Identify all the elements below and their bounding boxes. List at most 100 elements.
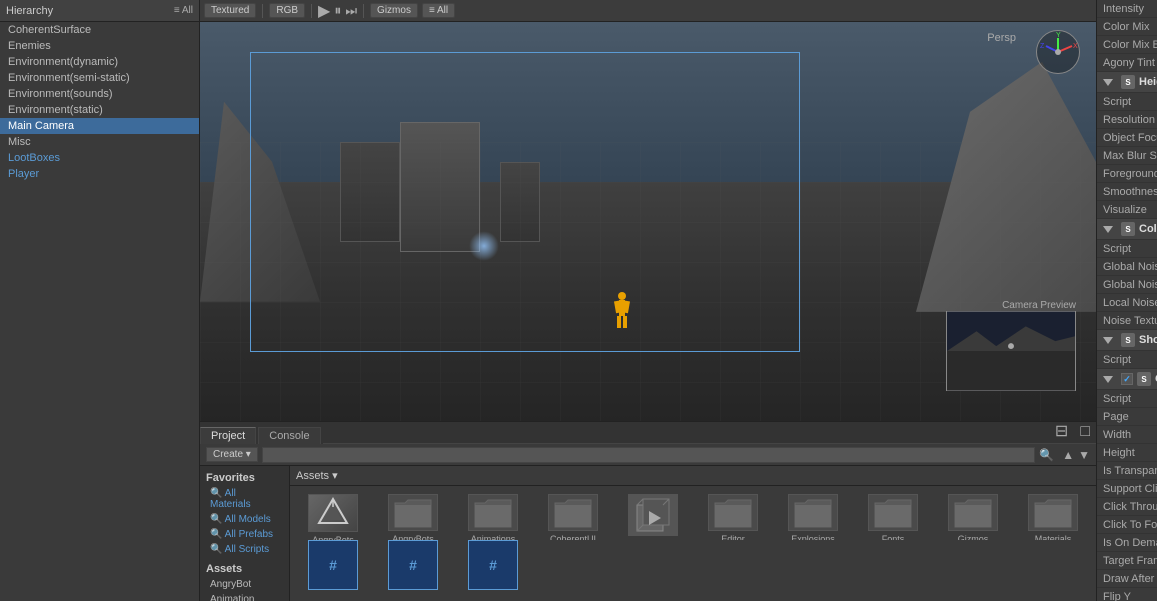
play-icon[interactable]: ▶ [318,1,330,21]
cn-localamt-row: Local Noise Amount 0.4939354 [1097,294,1157,312]
project-toolbar: Create ▾ 🔍 ▲ ▼ [200,444,1096,466]
search-icon[interactable]: 🔍 [1039,448,1054,462]
asset-explosions[interactable]: Explosions [778,494,848,532]
asset-cs-3[interactable]: # [458,540,528,593]
colormix-label: Color Mix [1103,21,1157,33]
cui-flipy-label: Flip Y [1103,591,1157,601]
coherent-fold-arrow [1103,376,1113,383]
textured-button[interactable]: Textured [204,3,256,18]
sidebar-angrybot[interactable]: AngryBot [200,577,289,592]
asset-gizmos[interactable]: Gizmos [938,494,1008,532]
showfps-title: Show Fps (Script) [1139,334,1157,346]
cn-globaldark-label: Global Noise Amount On Da [1103,279,1157,291]
hdof-objectfocus-row: Object Focus 🎯 Player (Transform) [1097,129,1157,147]
tab-console[interactable]: Console [258,427,320,444]
inspector-panel: Intensity 0.5 Color Mix Color Mix Blend … [1096,0,1157,601]
section-coherentuiview[interactable]: S Coherent UIView (Script) [1097,369,1157,390]
viewport-toolbar: Textured RGB ▶ ⏸ ⏭ Gizmos ≡ All [200,0,1096,22]
colorednoise-section-icon: S [1121,222,1135,236]
cn-localamt-label: Local Noise Amount [1103,297,1157,309]
hierarchy-list: CoherentSurface Enemies Environment(dyna… [0,22,199,182]
pause-icon[interactable]: ⏸ [334,2,341,19]
hierarchy-header: Hierarchy ≡ All [0,0,199,22]
asset-fonts[interactable]: Fonts [858,494,928,532]
hierarchy-item-misc[interactable]: Misc [0,134,199,150]
hdof-smoothness-label: Smoothness [1103,186,1157,198]
hierarchy-item-env-static[interactable]: Environment(static) [0,102,199,118]
assets-header: Assets ▾ [290,466,1096,486]
hdof-maxblur-label: Max Blur Spread [1103,150,1157,162]
cn-globaldark-row: Global Noise Amount On Da 0.01091343 [1097,276,1157,294]
hdof-fgblur-label: Foreground Blur Extrude [1103,168,1157,180]
sidebar-all-prefabs[interactable]: 🔍 All Prefabs [200,527,289,542]
favorites-header: Favorites [200,470,289,486]
inspector-row-colormix: Color Mix [1097,18,1157,36]
hierarchy-item-env-semistatic[interactable]: Environment(semi-static) [0,70,199,86]
hierarchy-item-coherentsurface[interactable]: CoherentSurface [0,22,199,38]
assets-title: Assets ▾ [296,469,338,482]
rgb-button[interactable]: RGB [269,3,305,18]
search-icon-models: 🔍 [210,514,222,525]
asset-angrybots-folder[interactable]: AngryBots [378,494,448,532]
section-showfps[interactable]: S Show Fps (Script) [1097,330,1157,351]
separator-2 [311,4,312,18]
sidebar-animation[interactable]: Animation [200,592,289,601]
create-button[interactable]: Create ▾ [206,447,258,462]
cui-drawafter-row: Draw After Post Effects [1097,570,1157,588]
hdof-script-row: Script HeightDepthOfField [1097,93,1157,111]
folder-icon-materials [1028,494,1078,531]
section-hdof[interactable]: S Height Depth Of Field (Script) [1097,72,1157,93]
hierarchy-item-env-sounds[interactable]: Environment(sounds) [0,86,199,102]
asset-cs-1[interactable]: # [298,540,368,593]
project-tabs: Project Console ⊟ □ [200,422,1096,444]
intensity-label: Intensity [1103,3,1157,15]
hierarchy-item-player[interactable]: Player [0,166,199,182]
assets-area: Assets ▾ [290,466,1096,601]
cui-isondemand-row: Is On Demand [1097,534,1157,552]
asset-coherentui[interactable]: CoherentUI [538,494,608,532]
viewport-3d[interactable]: X Y Z Persp Camera Preview [200,22,1096,421]
inspector-row-colormix-blend: Color Mix Blend -0.4 [1097,36,1157,54]
section-colorednoise[interactable]: S Colored Noise (Script) [1097,219,1157,240]
asset-materials[interactable]: Materials [1018,494,1088,532]
hdof-title: Height Depth Of Field (Script) [1139,76,1157,88]
minimize-icon[interactable]: ⊟ [1049,421,1074,444]
step-icon[interactable]: ⏭ [345,3,357,19]
light-glow [469,231,499,261]
sidebar-all-scripts[interactable]: 🔍 All Scripts [200,542,289,557]
coherent-enable-checkbox[interactable] [1121,373,1133,385]
cn-script-row: Script ColoredNoise [1097,240,1157,258]
hierarchy-item-env-dynamic[interactable]: Environment(dynamic) [0,54,199,70]
up-icon[interactable]: ▲ [1062,448,1074,462]
asset-angrybots-logo[interactable]: AngryBots [298,494,368,532]
maximize-icon[interactable]: □ [1074,423,1096,444]
svg-text:Z: Z [1040,43,1045,50]
tab-project[interactable]: Project [200,427,256,444]
colorednoise-title: Colored Noise (Script) [1139,223,1157,235]
hierarchy-item-enemies[interactable]: Enemies [0,38,199,54]
hierarchy-dropdown[interactable]: ≡ All [174,5,193,16]
gizmo-circle: X Y Z [1036,30,1080,74]
svg-text:Y: Y [1056,32,1061,39]
cui-height-row: Height 720 [1097,444,1157,462]
cui-clicktofocus-row: Click To Focus [1097,516,1157,534]
asset-editor[interactable]: Editor [698,494,768,532]
asset-animations[interactable]: Animations [458,494,528,532]
cn-globalamt-row: Global Noise Amount 0.125 [1097,258,1157,276]
project-content: Favorites 🔍 All Materials 🔍 All Models 🔍… [200,466,1096,601]
separator-1 [262,4,263,18]
hdof-fgblur-row: Foreground Blur Extrude 1.25 [1097,165,1157,183]
asset-cube-texture[interactable]: cube-textu... [618,494,688,532]
gizmos-button[interactable]: Gizmos [370,3,418,18]
all-button[interactable]: ≡ All [422,3,455,18]
search-input[interactable] [262,447,1035,463]
cui-istransparent-label: Is Transparent [1103,465,1157,477]
hierarchy-item-lootboxes[interactable]: LootBoxes [0,150,199,166]
sidebar-all-models[interactable]: 🔍 All Models [200,512,289,527]
hierarchy-item-maincamera[interactable]: Main Camera [0,118,199,134]
search-icon-materials: 🔍 [210,488,222,499]
asset-cs-2[interactable]: # [378,540,448,593]
down-icon[interactable]: ▼ [1078,448,1090,462]
sidebar-all-materials[interactable]: 🔍 All Materials [200,486,289,512]
gizmo-widget[interactable]: X Y Z [1036,30,1086,80]
